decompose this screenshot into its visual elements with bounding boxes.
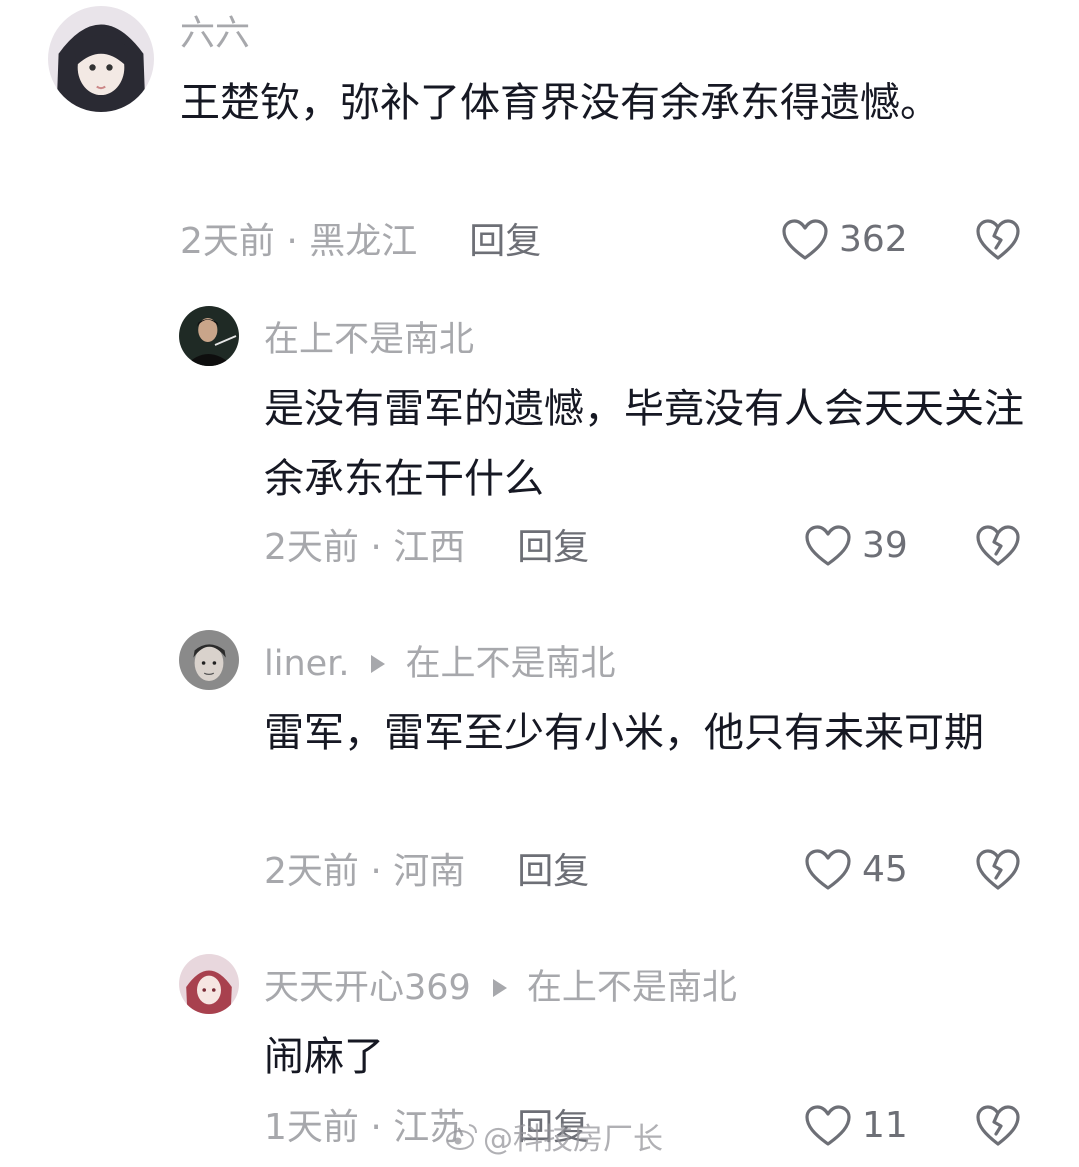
comment-time-location: 2天前 · 黑龙江: [180, 221, 418, 262]
broken-heart-icon: [975, 218, 1021, 262]
broken-heart-icon: [975, 848, 1021, 892]
reply-to-author[interactable]: 在上不是南北: [405, 644, 615, 684]
like-button[interactable]: 11: [804, 1104, 908, 1148]
avatar[interactable]: [179, 954, 239, 1014]
like-button[interactable]: 39: [804, 524, 908, 568]
like-count: 11: [862, 1105, 908, 1146]
weibo-logo-icon: [446, 1124, 477, 1150]
comment-text: 是没有雷军的遗憾，毕竟没有人会天天关注余承东在干什么: [264, 386, 1024, 502]
comment-text: 雷军，雷军至少有小米，他只有未来可期: [264, 710, 984, 756]
avatar[interactable]: [179, 306, 239, 366]
watermark: @科技房厂长: [445, 1114, 663, 1158]
watermark-text: @科技房厂长: [483, 1122, 663, 1157]
reply-to-author[interactable]: 在上不是南北: [527, 968, 737, 1008]
like-button[interactable]: 362: [781, 218, 908, 262]
heart-outline-icon: [781, 218, 829, 262]
dislike-button[interactable]: [975, 524, 1021, 568]
reply-button[interactable]: 回复: [517, 528, 589, 568]
avatar[interactable]: [179, 630, 239, 690]
triangle-right-icon: [371, 655, 386, 673]
comment-author[interactable]: 六六: [180, 14, 250, 54]
broken-heart-icon: [975, 1104, 1021, 1148]
reply-button[interactable]: 回复: [469, 222, 541, 262]
comment-text: 王楚钦，弥补了体育界没有余承东得遗憾。: [180, 80, 940, 126]
comment-author[interactable]: 在上不是南北: [264, 320, 474, 360]
dislike-button[interactable]: [975, 848, 1021, 892]
comment-time-location: 2天前 · 河南: [264, 851, 466, 892]
reply-button[interactable]: 回复: [517, 852, 589, 892]
broken-heart-icon: [975, 524, 1021, 568]
like-count: 39: [862, 525, 908, 566]
like-button[interactable]: 45: [804, 848, 908, 892]
like-count: 45: [862, 849, 908, 890]
heart-outline-icon: [804, 1104, 852, 1148]
heart-outline-icon: [804, 524, 852, 568]
dislike-button[interactable]: [975, 1104, 1021, 1148]
comment-text: 闹麻了: [264, 1034, 384, 1080]
heart-outline-icon: [804, 848, 852, 892]
like-count: 362: [839, 219, 908, 260]
triangle-right-icon: [492, 979, 507, 997]
avatar[interactable]: [48, 6, 154, 112]
comment-author[interactable]: 天天开心369: [264, 968, 471, 1008]
comment-time-location: 2天前 · 江西: [264, 527, 466, 568]
comment-time-location: 1天前 · 江苏: [264, 1107, 466, 1148]
dislike-button[interactable]: [975, 218, 1021, 262]
comment-author[interactable]: liner.: [264, 644, 349, 684]
